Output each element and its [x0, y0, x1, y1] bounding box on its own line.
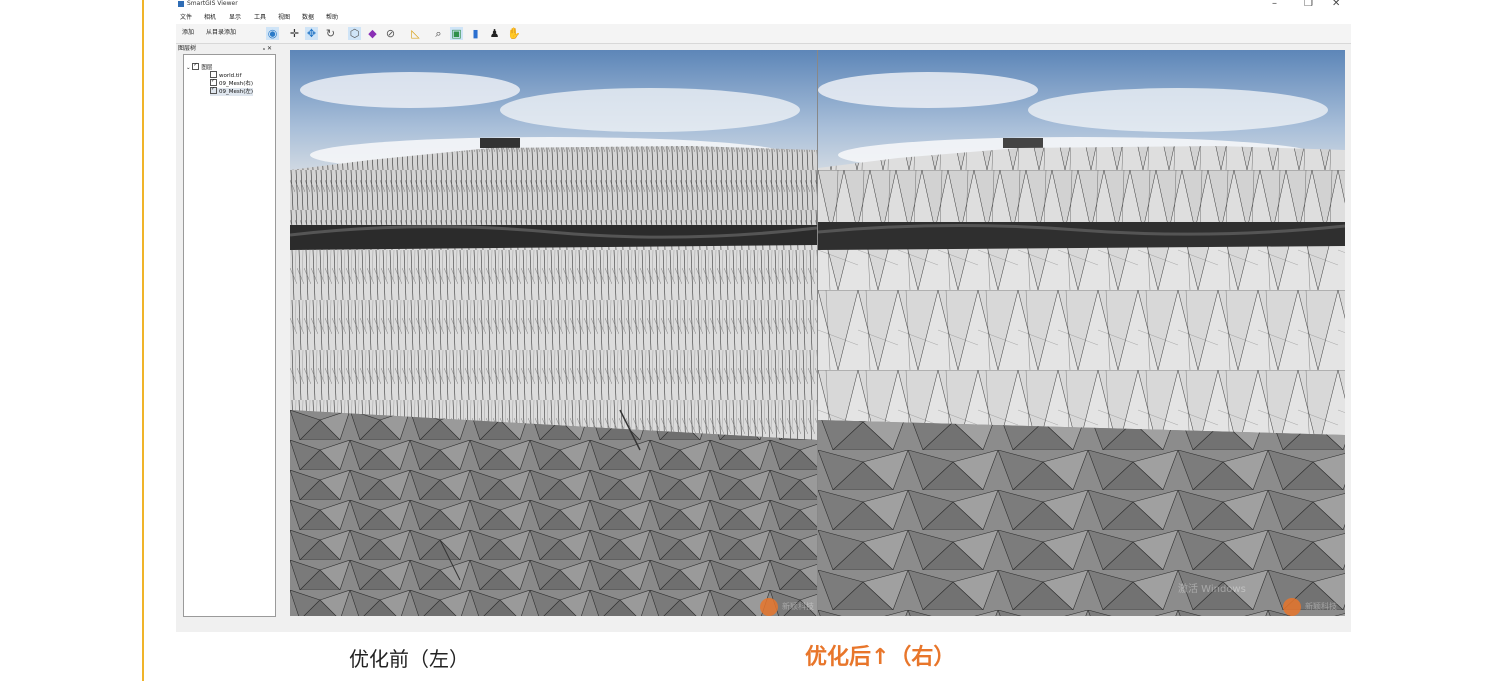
- layer-checkbox[interactable]: [210, 86, 217, 94]
- activate-windows-text: 激活 Windows: [1178, 584, 1246, 595]
- menu-tools[interactable]: 工具: [254, 13, 266, 23]
- menu-help[interactable]: 帮助: [326, 13, 338, 23]
- mesh-render-before: [290, 50, 818, 616]
- hide-icon[interactable]: ⊘: [384, 27, 397, 40]
- minimize-icon[interactable]: –: [1272, 0, 1277, 10]
- menu-bar: 文件 相机 显示 工具 视图 数据 帮助: [176, 12, 1351, 24]
- add-button[interactable]: 添加: [182, 29, 194, 37]
- panel-title: 图层树: [178, 45, 197, 52]
- menu-file[interactable]: 文件: [180, 13, 192, 23]
- app-icon: [178, 1, 184, 7]
- layer-item-selected[interactable]: 09_Mesh(左): [210, 86, 254, 96]
- hand-icon[interactable]: ✋: [507, 27, 521, 40]
- box-icon[interactable]: ⬡: [348, 27, 361, 40]
- pan-icon[interactable]: ✛: [288, 27, 301, 40]
- layer-label: world.tif: [219, 73, 242, 79]
- caption-before: 优化前（左）: [349, 647, 469, 671]
- menu-data[interactable]: 数据: [302, 13, 314, 23]
- tree-root[interactable]: ⌄ 图层: [186, 62, 212, 72]
- root-checkbox[interactable]: [192, 62, 200, 70]
- layer-checkbox[interactable]: [210, 71, 217, 78]
- viewport-right-after: 激活 Windows 新颖科技: [817, 50, 1345, 616]
- close-icon[interactable]: ✕: [1332, 0, 1340, 10]
- panel-buttons[interactable]: ₐ ✕: [263, 44, 272, 53]
- watermark-logo-icon: [760, 598, 778, 616]
- viewport-left-before: 新颖科技: [290, 50, 818, 616]
- layer-checkbox[interactable]: [210, 78, 217, 86]
- book-icon[interactable]: ▮: [469, 27, 482, 40]
- 3d-viewport[interactable]: 新颖科技 激活 Windows 新颖科技: [290, 50, 1345, 616]
- watermark-left-text: 新颖科技: [782, 602, 814, 611]
- toolbar: 添加 从目录添加 ◉ ✛ ✥ ↻ ⬡ ◆ ⊘ ◺ ⌕ ▣ ▮ ♟ ✋: [176, 24, 1351, 44]
- person-icon[interactable]: ♟: [488, 27, 501, 40]
- cube-icon[interactable]: ◆: [366, 27, 379, 40]
- layer-label: 09_Mesh(右): [219, 81, 254, 87]
- layer-tree: ⌄ 图层 world.tif 09_Mesh(右) 09_Mesh(左): [183, 54, 276, 617]
- zoom-icon[interactable]: ⌕: [432, 27, 445, 40]
- navigate-icon[interactable]: ✥: [305, 27, 318, 40]
- restore-icon[interactable]: ❐: [1304, 0, 1313, 10]
- rotate-icon[interactable]: ↻: [324, 27, 337, 40]
- page-accent-line: [142, 0, 144, 681]
- menu-camera[interactable]: 相机: [204, 13, 216, 23]
- measure-icon[interactable]: ◺: [409, 27, 422, 40]
- chevron-down-icon[interactable]: ⌄: [186, 65, 191, 71]
- caption-after: 优化后↑（右）: [805, 645, 956, 670]
- title-bar: SmartGIS Viewer: [176, 0, 1351, 12]
- add-from-dir-button[interactable]: 从目录添加: [206, 29, 236, 37]
- menu-view[interactable]: 视图: [278, 13, 290, 23]
- layer-tree-panel: 图层树 ₐ ✕ ⌄ 图层 world.tif 09_Mesh(右) 09_Mes…: [178, 44, 276, 617]
- watermark-right-text: 新颖科技: [1305, 602, 1337, 611]
- menu-display[interactable]: 显示: [229, 13, 241, 23]
- app-window: SmartGIS Viewer – ❐ ✕ 文件 相机 显示 工具 视图 数据 …: [176, 0, 1351, 632]
- image-icon[interactable]: ▣: [450, 27, 463, 40]
- eye-icon[interactable]: ◉: [266, 27, 279, 40]
- window-title: SmartGIS Viewer: [187, 0, 238, 7]
- mesh-render-after: [817, 50, 1345, 616]
- layer-label: 09_Mesh(左): [219, 89, 254, 95]
- watermark-logo-icon: [1283, 598, 1301, 616]
